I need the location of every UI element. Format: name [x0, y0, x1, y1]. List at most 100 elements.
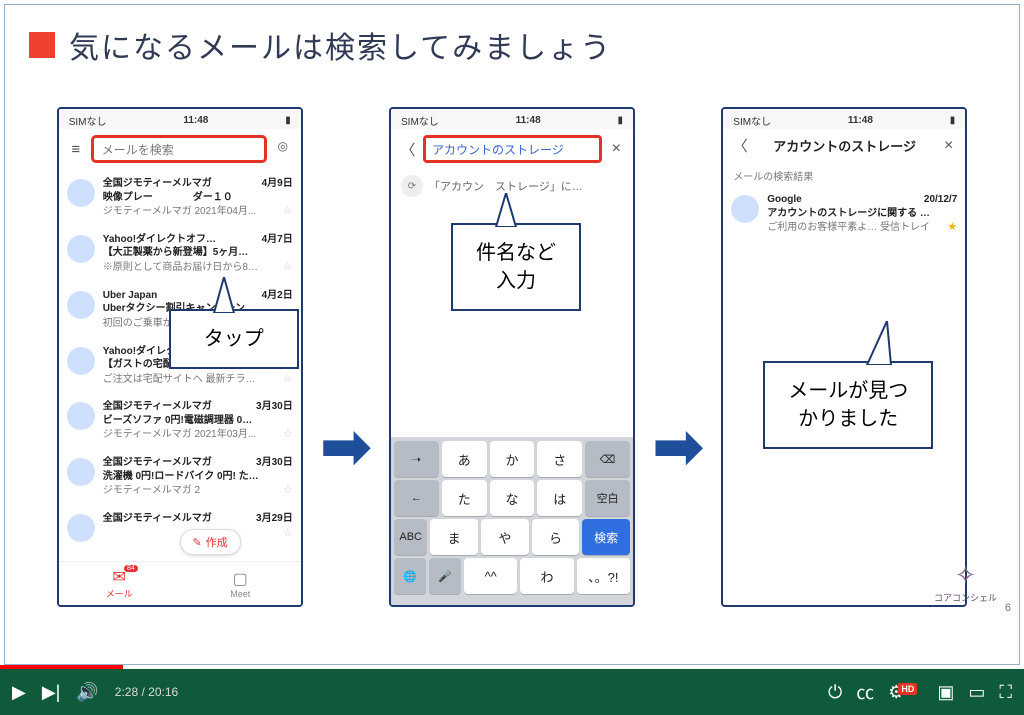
keyboard-key[interactable]: や — [481, 519, 529, 555]
keyboard-key[interactable]: 🌐 — [394, 558, 426, 594]
avatar-icon — [67, 514, 95, 542]
video-player-bar[interactable]: ▶ ▶| 🔊 2:28 / 20:16 ⏻ ㏄ ⚙HD ▣ ▭ ⛶ — [0, 669, 1024, 715]
keyboard-key[interactable]: た — [442, 480, 487, 516]
star-icon[interactable]: ☆ — [283, 260, 293, 275]
next-icon[interactable]: ▶| — [42, 682, 61, 703]
callout-input: 件名など 入力 — [451, 223, 581, 311]
star-icon[interactable]: ☆ — [283, 526, 293, 541]
keyboard-key[interactable]: ← — [394, 480, 439, 516]
callout-tail-icon — [491, 193, 521, 227]
account-icon[interactable]: ◎ — [273, 139, 293, 159]
history-icon: ⟳ — [401, 175, 423, 197]
keyboard-key[interactable]: わ — [520, 558, 573, 594]
star-icon[interactable]: ★ — [947, 220, 957, 235]
hd-badge: HD — [898, 683, 917, 695]
back-icon[interactable]: 〈 — [399, 139, 417, 160]
status-bar: SIMなし 11:48 ▮ — [391, 109, 633, 129]
tab-mail[interactable]: ✉ 84 メール — [59, 562, 180, 605]
star-icon[interactable]: ☆ — [283, 204, 293, 219]
star-icon[interactable]: ☆ — [283, 372, 293, 387]
hamburger-icon[interactable]: ≡ — [67, 141, 85, 158]
callout-tail-icon — [863, 321, 897, 365]
clear-icon[interactable]: × — [608, 140, 625, 158]
keyboard-key[interactable]: 、。?! — [577, 558, 630, 594]
channel-name: スマホのコンシェルジュ — [16, 648, 147, 665]
back-icon[interactable]: 〈 — [731, 135, 749, 156]
play-icon[interactable]: ▶ — [12, 682, 26, 703]
volume-icon[interactable]: 🔊 — [76, 682, 98, 703]
slide-title: 気になるメールは検索してみましょう — [69, 23, 612, 67]
compose-button[interactable]: ✎ 作成 — [180, 529, 241, 555]
search-value: アカウントのストレージ — [432, 141, 564, 158]
callout-tap: タップ — [169, 309, 299, 369]
time-display: 2:28 / 20:16 — [115, 685, 178, 699]
keyboard-key[interactable]: ^^ — [464, 558, 517, 594]
captions-icon[interactable]: ㏄ — [856, 679, 874, 705]
email-item[interactable]: Yahoo!ダイレクトオフ…4月7日 【大正製薬から新登場】5ヶ月… ※原則とし… — [59, 225, 301, 281]
fullscreen-icon[interactable]: ⛶ — [999, 682, 1012, 703]
email-item[interactable]: 全国ジモティーメルマガ3月30日 洗濯機 0円!ロードバイク 0円! た… ジモ… — [59, 448, 301, 504]
callout-found: メールが見つ かりました — [763, 361, 933, 449]
avatar-icon — [731, 195, 759, 223]
bullet-square-icon — [29, 32, 55, 58]
keyboard-key[interactable]: ABC — [394, 519, 427, 555]
tab-meet[interactable]: ▢ Meet — [180, 562, 301, 605]
theater-icon[interactable]: ▭ — [968, 682, 985, 703]
phone-screenshot-1: SIMなし 11:48 ▮ ≡ メールを検索 ◎ 全国ジモティーメルマガ4月9日… — [57, 107, 303, 607]
callout-tail-icon — [209, 277, 239, 313]
arrow-icon: ➡ — [321, 412, 371, 482]
avatar-icon — [67, 291, 95, 319]
callout-found-text: メールが見つ かりました — [783, 377, 913, 433]
avatar-icon — [67, 402, 95, 430]
progress-fill — [0, 665, 123, 669]
logo-glyph-icon: ✧ — [934, 560, 997, 591]
avatar-icon — [67, 347, 95, 375]
status-bar: SIMなし 11:48 ▮ — [59, 109, 301, 129]
keyboard-key[interactable]: 🎤 — [429, 558, 461, 594]
keyboard[interactable]: ➝あかさ⌫ ←たなは空白 ABCまやら検索 🌐🎤^^わ、。?! — [391, 437, 633, 605]
avatar-icon — [67, 458, 95, 486]
keyboard-key[interactable]: 空白 — [585, 480, 630, 516]
search-placeholder: メールを検索 — [102, 141, 174, 158]
search-input[interactable]: メールを検索 — [91, 135, 267, 163]
keyboard-key[interactable]: ➝ — [394, 441, 439, 477]
avatar-icon — [67, 179, 95, 207]
email-item[interactable]: 全国ジモティーメルマガ4月9日 映像プレー ダー１０ ジモティーメルマガ 202… — [59, 169, 301, 225]
keyboard-key[interactable]: ⌫ — [585, 441, 630, 477]
settings-icon[interactable]: ⚙HD — [888, 682, 923, 703]
pencil-icon: ✎ — [193, 536, 202, 549]
keyboard-key[interactable]: あ — [442, 441, 487, 477]
search-title: アカウントのストレージ — [755, 136, 934, 155]
search-result-item[interactable]: Google20/12/7 アカウントのストレージに関する … ご利用のお客様平… — [723, 185, 965, 241]
keyboard-key[interactable]: ま — [430, 519, 478, 555]
keyboard-key[interactable]: な — [490, 480, 535, 516]
keyboard-key[interactable]: は — [537, 480, 582, 516]
autoplay-toggle-icon[interactable]: ⏻ — [828, 682, 842, 703]
keyboard-key[interactable]: か — [490, 441, 535, 477]
keyboard-key[interactable]: さ — [537, 441, 582, 477]
star-icon[interactable]: ☆ — [283, 483, 293, 498]
compose-label: 作成 — [206, 534, 228, 550]
callout-input-text: 件名など 入力 — [471, 239, 561, 295]
arrow-icon: ➡ — [653, 412, 703, 482]
video-icon: ▢ — [233, 569, 248, 589]
tab-mail-label: メール — [106, 587, 133, 600]
callout-tap-text: タップ — [189, 325, 279, 353]
clear-icon[interactable]: × — [940, 137, 957, 155]
battery-icon: ▮ — [285, 115, 291, 126]
avatar-icon — [67, 235, 95, 263]
tab-meet-label: Meet — [230, 589, 250, 599]
keyboard-key[interactable]: 検索 — [582, 519, 630, 555]
phone-screenshot-2: SIMなし 11:48 ▮ 〈 アカウントのストレージ × ⟳ 「アカウン スト… — [389, 107, 635, 607]
miniplayer-icon[interactable]: ▣ — [937, 682, 954, 703]
keyboard-key[interactable]: ら — [532, 519, 580, 555]
slide-title-row: 気になるメールは検索してみましょう — [5, 5, 1019, 77]
status-bar: SIMなし 11:48 ▮ — [723, 109, 965, 129]
email-item[interactable]: 全国ジモティーメルマガ3月30日 ビーズソファ 0円!電磁調理器 0… ジモティ… — [59, 392, 301, 448]
search-input[interactable]: アカウントのストレージ — [423, 135, 602, 163]
clock: 11:48 — [183, 115, 208, 126]
star-icon[interactable]: ☆ — [283, 427, 293, 442]
progress-track[interactable] — [0, 665, 1024, 669]
unread-badge: 84 — [124, 565, 138, 572]
results-label: メールの検索結果 — [723, 162, 965, 185]
